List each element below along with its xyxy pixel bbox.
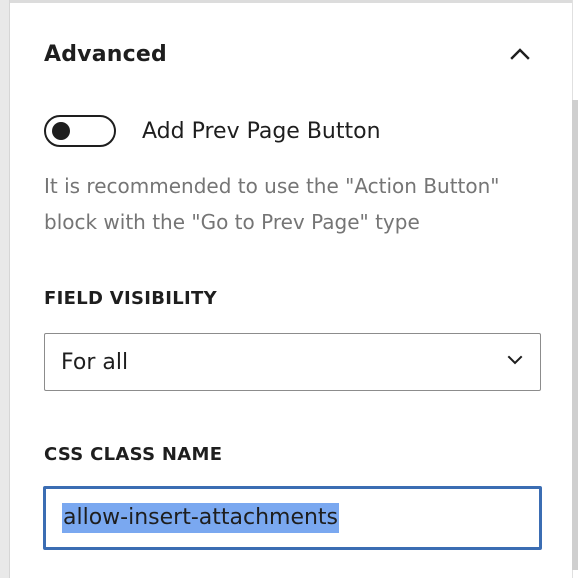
help-text: It is recommended to use the "Action But… (44, 174, 500, 234)
chevron-up-icon[interactable] (506, 40, 534, 68)
scrollbar-thumb[interactable] (572, 100, 578, 570)
prev-page-toggle-row: Add Prev Page Button (44, 111, 381, 151)
panel-title: Advanced (44, 41, 167, 67)
settings-panel: Advanced Add Prev Page Button It is reco… (0, 0, 578, 578)
prev-page-toggle[interactable] (44, 115, 116, 147)
input-value: allow-insert-attachments (62, 503, 340, 533)
field-visibility-label: FIELD VISIBILITY (44, 288, 217, 309)
field-visibility-select[interactable]: For all (44, 333, 541, 391)
toggle-knob (52, 122, 70, 140)
scrollbar-track[interactable] (572, 0, 578, 578)
left-edge (0, 0, 10, 578)
top-divider (10, 0, 578, 3)
toggle-label: Add Prev Page Button (142, 118, 381, 144)
advanced-panel-toggle[interactable]: Advanced (44, 30, 534, 78)
select-value: For all (61, 349, 129, 375)
css-class-input[interactable]: allow-insert-attachments (43, 486, 542, 550)
css-class-label: CSS CLASS NAME (44, 444, 223, 465)
chevron-down-icon (506, 351, 524, 373)
